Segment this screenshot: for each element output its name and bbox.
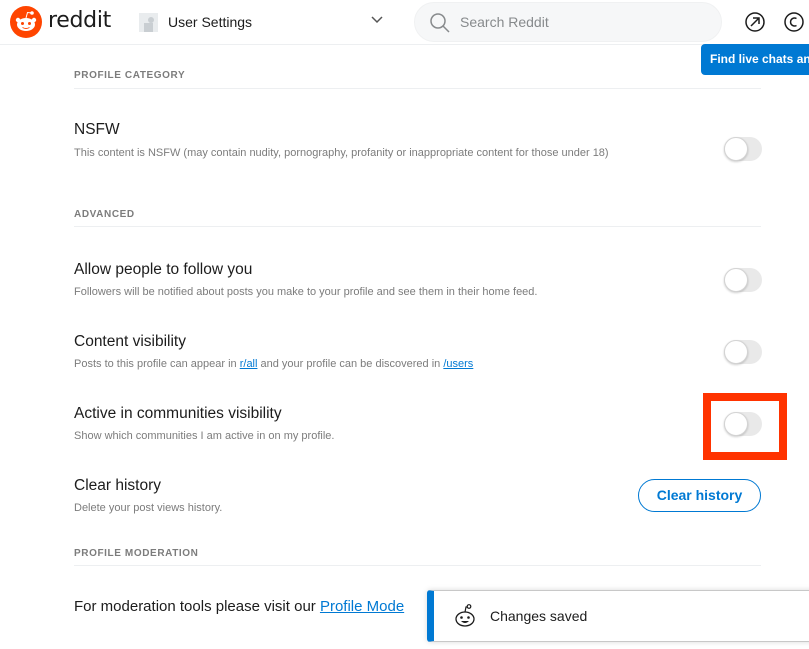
- reddit-wordmark[interactable]: reddit: [48, 8, 111, 33]
- desc-text: Posts to this profile can appear in: [74, 358, 240, 370]
- section-label-advanced: ADVANCED: [74, 209, 135, 220]
- reddit-logo-icon[interactable]: [10, 6, 42, 38]
- clear-history-description: Delete your post views history.: [74, 502, 223, 514]
- content-visibility-title: Content visibility: [74, 333, 186, 350]
- content-visibility-description: Posts to this profile can appear in r/al…: [74, 356, 634, 372]
- chevron-down-icon[interactable]: [370, 13, 384, 27]
- section-label-profile-moderation: PROFILE MODERATION: [74, 548, 199, 559]
- top-header: reddit User Settings Search Reddit: [0, 0, 809, 45]
- allow-follow-description: Followers will be notified about posts y…: [74, 286, 538, 298]
- changes-saved-toast: Changes saved: [427, 590, 809, 642]
- section-label-profile-category: PROFILE CATEGORY: [74, 70, 186, 81]
- moderation-text: For moderation tools please visit our Pr…: [74, 598, 404, 615]
- divider: [74, 565, 761, 566]
- search-placeholder: Search Reddit: [460, 14, 549, 30]
- toggle-knob: [724, 137, 748, 161]
- search-input[interactable]: Search Reddit: [414, 2, 722, 42]
- live-chats-tooltip[interactable]: Find live chats and: [701, 44, 809, 75]
- coins-icon[interactable]: [784, 11, 806, 33]
- popular-arrow-icon[interactable]: [744, 11, 766, 33]
- page-title[interactable]: User Settings: [168, 14, 252, 30]
- nsfw-title: NSFW: [74, 121, 120, 138]
- divider: [74, 88, 761, 89]
- highlight-box: [703, 393, 787, 460]
- settings-avatar-icon: [139, 13, 158, 32]
- nsfw-description: This content is NSFW (may contain nudity…: [74, 147, 609, 159]
- moderation-prefix: For moderation tools please visit our: [74, 598, 320, 615]
- r-all-link[interactable]: r/all: [240, 358, 258, 370]
- users-link[interactable]: /users: [443, 358, 473, 370]
- active-communities-description: Show which communities I am active in on…: [74, 430, 335, 442]
- toast-message: Changes saved: [490, 608, 588, 624]
- profile-moderation-link[interactable]: Profile Mode: [320, 598, 404, 615]
- toggle-knob: [724, 268, 748, 292]
- snoo-icon: [452, 603, 478, 634]
- search-icon: [429, 12, 451, 39]
- nsfw-toggle[interactable]: [724, 137, 762, 161]
- allow-follow-title: Allow people to follow you: [74, 261, 253, 278]
- clear-history-title: Clear history: [74, 477, 161, 494]
- toggle-knob: [724, 340, 748, 364]
- desc-text: and your profile can be discovered in: [257, 358, 444, 370]
- allow-follow-toggle[interactable]: [724, 268, 762, 292]
- active-communities-title: Active in communities visibility: [74, 405, 282, 422]
- content-visibility-toggle[interactable]: [724, 340, 762, 364]
- clear-history-button[interactable]: Clear history: [638, 479, 761, 512]
- divider: [74, 226, 761, 227]
